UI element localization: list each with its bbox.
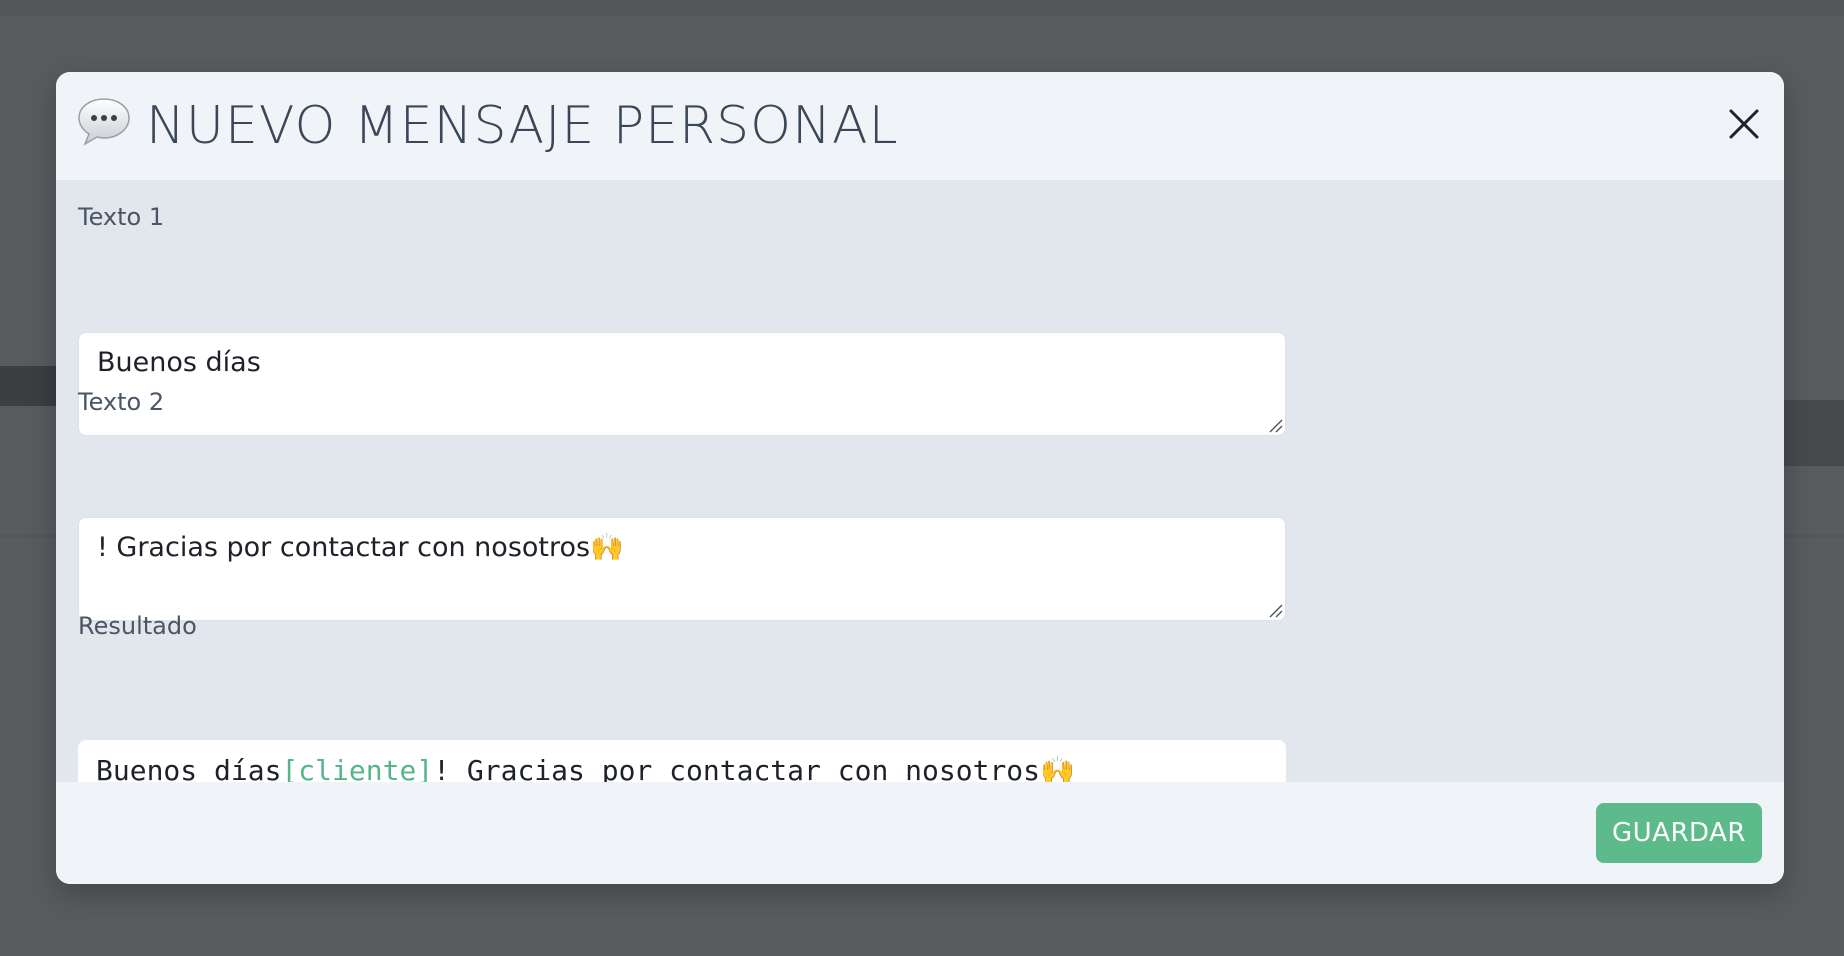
close-icon <box>1729 109 1759 139</box>
modal-footer: GUARDAR <box>56 782 1784 884</box>
background-sidebar-item-active <box>0 366 58 406</box>
modal-header: NUEVO MENSAJE PERSONAL <box>56 72 1784 180</box>
modal-body: Texto 1 Buenos días Texto 2 ! Gracias po… <box>56 180 1784 854</box>
save-button[interactable]: GUARDAR <box>1596 803 1762 863</box>
close-button[interactable] <box>1722 102 1766 146</box>
speech-bubble-icon <box>76 96 132 148</box>
background-row-highlight <box>1780 400 1844 466</box>
texto1-label: Texto 1 <box>78 203 165 231</box>
raising-hands-emoji: 🙌 <box>590 532 624 563</box>
texto2-field[interactable]: ! Gracias por contactar con nosotros🙌 <box>78 517 1286 621</box>
resultado-label: Resultado <box>78 612 197 640</box>
texto2-value: ! Gracias por contactar con nosotros <box>97 532 591 563</box>
background-sidebar-item <box>0 432 58 472</box>
texto2-label: Texto 2 <box>78 388 165 416</box>
resize-grip-icon[interactable] <box>1267 417 1283 433</box>
texto1-value: Buenos días <box>97 347 261 378</box>
background-sidebar-item <box>0 300 58 340</box>
modal-title: NUEVO MENSAJE PERSONAL <box>146 96 899 156</box>
new-personal-message-modal: NUEVO MENSAJE PERSONAL Texto 1 Buenos dí… <box>56 72 1784 884</box>
background-sidebar-item <box>0 102 58 142</box>
resize-grip-icon[interactable] <box>1267 602 1283 618</box>
texto1-field[interactable]: Buenos días <box>78 332 1286 436</box>
background-topbar <box>0 0 1844 16</box>
background-sidebar-item <box>0 168 58 208</box>
background-sidebar-item <box>0 234 58 274</box>
